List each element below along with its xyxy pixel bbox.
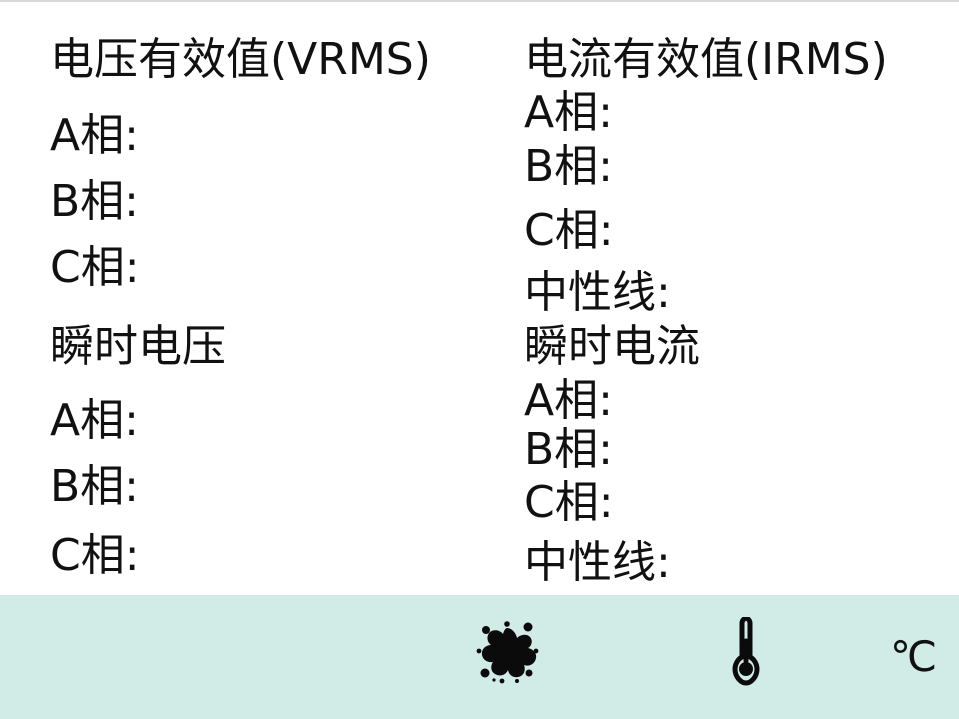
- instant-current-neutral-label: 中性线:: [524, 537, 671, 588]
- temperature-unit: ℃: [890, 632, 938, 681]
- current-rms-title: 电流有效值(IRMS): [524, 34, 888, 85]
- current-rms-phase-a-label: A相:: [524, 87, 613, 138]
- status-footer: ℃: [0, 595, 959, 719]
- instant-voltage-phase-c-label: C相:: [50, 530, 140, 581]
- instant-current-phase-b-label: B相:: [524, 424, 614, 475]
- voltage-rms-phase-a-label: A相:: [50, 110, 139, 161]
- instant-current-title: 瞬时电流: [524, 321, 700, 372]
- thermometer-icon: [732, 617, 760, 686]
- instant-voltage-title: 瞬时电压: [50, 321, 226, 372]
- instant-current-phase-c-label: C相:: [524, 477, 614, 528]
- voltage-rms-phase-b-label: B相:: [50, 176, 140, 227]
- instant-voltage-phase-a-label: A相:: [50, 395, 139, 446]
- top-divider: [0, 0, 959, 2]
- voltage-rms-title: 电压有效值(VRMS): [50, 34, 431, 85]
- current-rms-neutral-label: 中性线:: [524, 267, 671, 318]
- instant-voltage-phase-b-label: B相:: [50, 461, 140, 512]
- ink-splat-icon: [476, 621, 539, 684]
- current-rms-phase-c-label: C相:: [524, 205, 614, 256]
- instant-current-phase-a-label: A相:: [524, 375, 613, 426]
- voltage-rms-phase-c-label: C相:: [50, 242, 140, 293]
- current-rms-phase-b-label: B相:: [524, 141, 614, 192]
